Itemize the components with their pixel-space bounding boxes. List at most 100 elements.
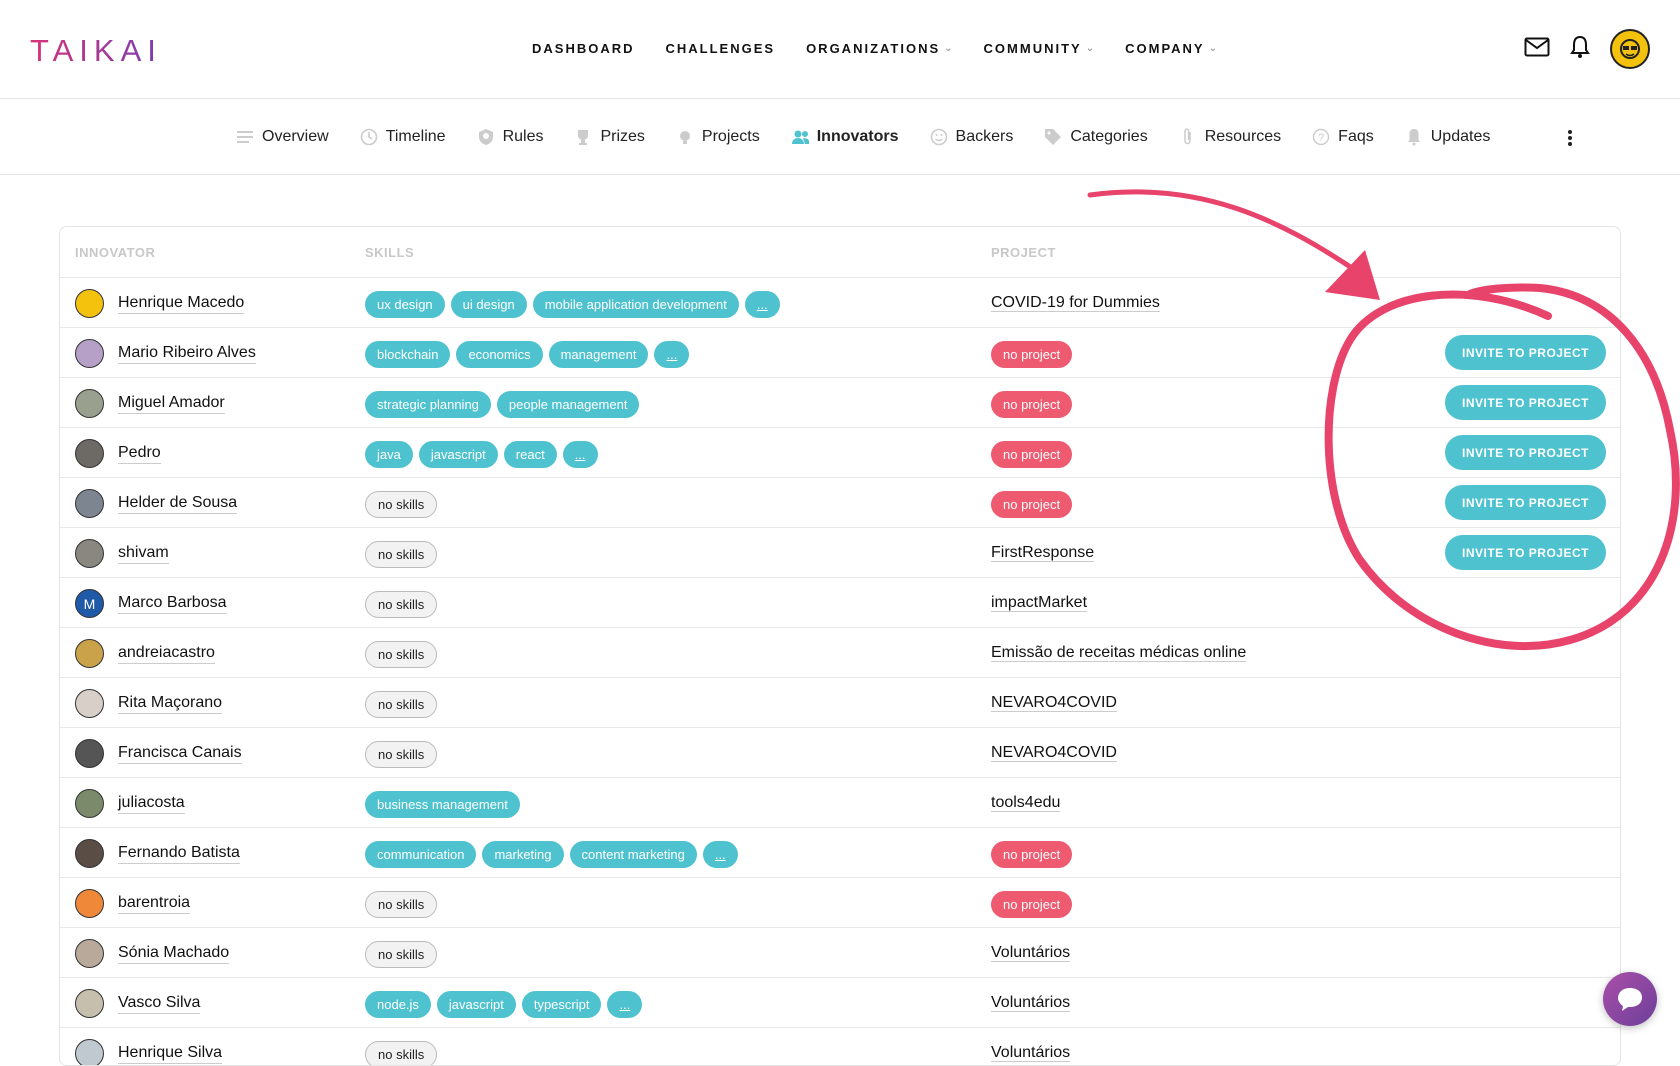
avatar[interactable]: M [75,589,104,618]
challenge-tabs-bar: Overview Timeline Rules Prizes Projects Innov… [0,100,1680,175]
innovator-name[interactable]: Miguel Amador [118,394,225,414]
table-row: barentroia no skills no project [60,878,1620,928]
smiley-icon [930,128,948,146]
tab-rules[interactable]: Rules [477,128,543,146]
innovator-name[interactable]: Henrique Macedo [118,294,245,314]
more-options-icon[interactable] [1567,129,1573,152]
table-row: Sónia Machado no skills Voluntários [60,928,1620,978]
avatar[interactable] [75,989,104,1018]
tab-faqs[interactable]: ? Faqs [1312,128,1374,146]
innovator-name[interactable]: Helder de Sousa [118,494,238,514]
tab-projects[interactable]: Projects [676,128,760,146]
avatar[interactable] [75,289,104,318]
avatar[interactable] [75,639,104,668]
nav-organizations[interactable]: ORGANIZATIONS ⌄ [806,41,952,56]
no-project-badge: no project [991,491,1073,518]
avatar[interactable] [75,789,104,818]
innovator-name[interactable]: Francisca Canais [118,744,242,764]
more-skills-button[interactable]: ... [562,441,598,468]
tab-innovators[interactable]: Innovators [791,128,899,146]
skills-cell: node.js javascript typescript... [365,991,643,1018]
tab-prizes[interactable]: Prizes [574,128,645,146]
avatar[interactable] [75,389,104,418]
innovator-name[interactable]: Marco Barbosa [118,594,227,614]
innovator-name[interactable]: andreiacastro [118,644,215,664]
innovator-name[interactable]: shivam [118,544,169,564]
project-link[interactable]: impactMarket [991,594,1088,612]
avatar[interactable] [75,339,104,368]
nav-challenges[interactable]: CHALLENGES [666,41,776,56]
invite-to-project-button[interactable]: INVITE TO PROJECT [1445,485,1606,520]
no-project-badge: no project [991,891,1073,918]
innovator-name[interactable]: juliacosta [118,794,185,814]
innovator-name[interactable]: Fernando Batista [118,844,240,864]
mail-icon[interactable] [1524,37,1550,62]
invite-to-project-button[interactable]: INVITE TO PROJECT [1445,535,1606,570]
trophy-icon [574,128,592,146]
tab-backers[interactable]: Backers [930,128,1013,146]
innovator-name[interactable]: Henrique Silva [118,1044,223,1064]
avatar[interactable] [75,1039,104,1065]
tab-resources[interactable]: Resources [1179,128,1281,146]
more-skills-button[interactable]: ... [654,341,690,368]
invite-to-project-button[interactable]: INVITE TO PROJECT [1445,435,1606,470]
skill-tag: node.js [365,991,431,1018]
project-link[interactable]: NEVARO4COVID [991,694,1117,712]
tab-updates[interactable]: Updates [1405,128,1490,146]
nav-dashboard[interactable]: DASHBOARD [532,41,635,56]
avatar[interactable] [75,889,104,918]
table-row: Vasco Silva node.js javascript typescript..… [60,978,1620,1028]
chat-bubble-icon [1618,988,1642,1011]
skill-tag: economics [456,341,543,368]
nav-company[interactable]: COMPANY ⌄ [1125,41,1217,56]
lightbulb-icon [676,128,694,146]
innovator-cell: Miguel Amador [75,389,225,418]
chevron-down-icon: ⌄ [1085,43,1095,54]
innovator-cell: juliacosta [75,789,185,818]
project-link[interactable]: Emissão de receitas médicas online [991,644,1247,662]
skill-tag: javascript [418,441,498,468]
project-link[interactable]: Voluntários [991,994,1071,1012]
more-skills-button[interactable]: ... [607,991,643,1018]
innovator-name[interactable]: Mario Ribeiro Alves [118,344,256,364]
invite-to-project-button[interactable]: INVITE TO PROJECT [1445,335,1606,370]
avatar[interactable] [75,539,104,568]
skill-tag: content marketing [569,841,697,868]
nav-community[interactable]: COMMUNITY ⌄ [984,41,1095,56]
avatar[interactable] [75,739,104,768]
project-link[interactable]: COVID-19 for Dummies [991,294,1160,312]
avatar[interactable] [75,489,104,518]
project-link[interactable]: tools4edu [991,794,1061,812]
no-skills-badge: no skills [365,1041,438,1065]
taikai-logo[interactable]: TAIKAI [30,33,162,69]
project-link[interactable]: NEVARO4COVID [991,744,1117,762]
project-link[interactable]: Voluntários [991,1044,1071,1062]
project-cell: Emissão de receitas médicas online [991,641,1247,665]
more-skills-button[interactable]: ... [702,841,738,868]
project-link[interactable]: FirstResponse [991,544,1095,562]
project-link[interactable]: Voluntários [991,944,1071,962]
bell-icon[interactable] [1570,35,1590,64]
table-row: Henrique Silva no skills Voluntários [60,1028,1620,1065]
skills-cell: communication marketing content marketing.… [365,841,738,868]
innovator-name[interactable]: Rita Maçorano [118,694,223,714]
avatar[interactable] [75,939,104,968]
chat-button[interactable] [1603,972,1657,1026]
innovator-name[interactable]: Vasco Silva [118,994,201,1014]
innovator-name[interactable]: barentroia [118,894,191,914]
skill-tag: strategic planning [365,391,491,418]
tab-categories[interactable]: Categories [1044,128,1148,146]
skills-cell: strategic planning people management [365,391,640,418]
user-avatar[interactable] [1610,29,1650,69]
more-skills-button[interactable]: ... [744,291,780,318]
innovator-name[interactable]: Sónia Machado [118,944,230,964]
invite-to-project-button[interactable]: INVITE TO PROJECT [1445,385,1606,420]
innovator-name[interactable]: Pedro [118,444,161,464]
project-cell: NEVARO4COVID [991,741,1117,765]
tab-timeline[interactable]: Timeline [360,128,446,146]
svg-text:?: ? [1318,132,1324,144]
avatar[interactable] [75,689,104,718]
avatar[interactable] [75,439,104,468]
tab-overview[interactable]: Overview [236,128,329,146]
avatar[interactable] [75,839,104,868]
